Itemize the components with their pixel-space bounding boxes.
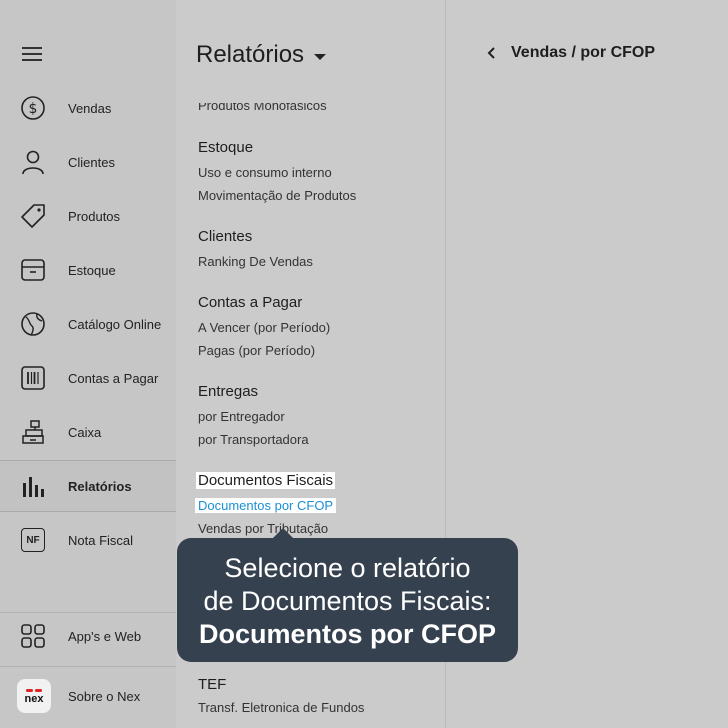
page-title: Relatórios (196, 41, 305, 68)
report-link-documentos-cfop[interactable]: Documentos por CFOP (195, 498, 337, 513)
svg-text:$: $ (29, 101, 38, 117)
bar-chart-icon (20, 473, 46, 499)
report-link[interactable]: Pagas (por Período) (198, 343, 315, 358)
nf-icon: NF (20, 527, 46, 553)
sidebar-item-contas-a-pagar[interactable]: Contas a Pagar (0, 352, 176, 404)
barcode-icon (20, 365, 46, 391)
tooltip-line: de Documentos Fiscais: (203, 586, 492, 616)
sidebar-item-nota-fiscal[interactable]: NF Nota Fiscal (0, 514, 176, 566)
section-title: Clientes (198, 228, 253, 245)
sidebar-item-produtos[interactable]: Produtos (0, 190, 176, 242)
sidebar-item-label: Produtos (68, 208, 121, 224)
section-title: Entregas (198, 383, 259, 400)
user-icon (20, 149, 46, 175)
logo-text: nex (24, 692, 44, 705)
sidebar-item-clientes[interactable]: Clientes (0, 136, 176, 188)
tooltip-line: Selecione o relatório (224, 553, 471, 583)
sidebar-item-catalogo-online[interactable]: Catálogo Online (0, 298, 176, 350)
chevron-left-icon (487, 47, 495, 59)
sidebar-item-label: Nota Fiscal (68, 532, 134, 548)
tutorial-tooltip: Selecione o relatório de Documentos Fisc… (177, 528, 518, 662)
tooltip-line-bold: Documentos por CFOP (198, 619, 496, 649)
sidebar-item-label: Catálogo Online (68, 316, 162, 332)
hamburger-menu-icon[interactable] (22, 44, 44, 62)
caret-down-icon (314, 53, 327, 60)
tag-icon (20, 203, 46, 229)
sidebar-item-label: Vendas (68, 100, 112, 116)
reports-dropdown[interactable]: Relatórios (196, 41, 327, 69)
sidebar-item-sobre[interactable]: nex Sobre o Nex (0, 670, 176, 722)
cash-register-icon (20, 419, 46, 445)
sidebar-item-label: Estoque (68, 262, 116, 278)
back-button[interactable]: Vendas / por CFOP (487, 44, 655, 62)
section-title: TEF (198, 676, 227, 693)
sidebar-item-relatorios[interactable]: Relatórios (0, 460, 176, 512)
report-link[interactable]: A Vencer (por Período) (198, 320, 330, 335)
sidebar-item-apps-web[interactable]: App's e Web (0, 610, 176, 662)
sidebar-item-label: Sobre o Nex (68, 688, 141, 704)
report-link[interactable]: Vendas por Tributação (198, 521, 328, 536)
section-title: Estoque (198, 139, 254, 156)
report-link[interactable]: Transf. Eletronica de Fundos (198, 700, 364, 715)
apps-grid-icon (20, 623, 46, 649)
report-link[interactable]: Produtos Monofásicos (198, 103, 327, 113)
breadcrumb: Vendas / por CFOP (511, 44, 656, 61)
sidebar-item-vendas[interactable]: $ Vendas (0, 82, 176, 134)
report-link[interactable]: Movimentação de Produtos (198, 188, 356, 203)
sidebar-item-label: Contas a Pagar (68, 370, 159, 386)
sidebar-item-caixa[interactable]: Caixa (0, 406, 176, 458)
report-link[interactable]: Ranking De Vendas (198, 254, 313, 269)
section-title: Contas a Pagar (198, 294, 303, 311)
nex-logo-icon: nex (16, 678, 52, 714)
sidebar-item-label: Caixa (68, 424, 102, 440)
globe-icon (20, 311, 46, 337)
sidebar: $ Vendas Clientes Produtos Estoque Catál… (0, 0, 176, 728)
tooltip-arrow (273, 528, 293, 538)
sidebar-item-label: Relatórios (68, 478, 132, 494)
sidebar-item-estoque[interactable]: Estoque (0, 244, 176, 296)
sidebar-item-label: Clientes (68, 154, 115, 170)
nf-icon-text: NF (21, 528, 45, 552)
report-link[interactable]: Uso e consumo interno (198, 165, 332, 180)
dollar-circle-icon: $ (20, 95, 46, 121)
sidebar-divider (0, 666, 176, 667)
sidebar-item-label: App's e Web (68, 628, 142, 644)
box-icon (20, 257, 46, 283)
section-title-highlighted: Documentos Fiscais (196, 472, 336, 489)
report-link[interactable]: por Transportadora (198, 432, 309, 447)
report-link[interactable]: por Entregador (198, 409, 285, 424)
